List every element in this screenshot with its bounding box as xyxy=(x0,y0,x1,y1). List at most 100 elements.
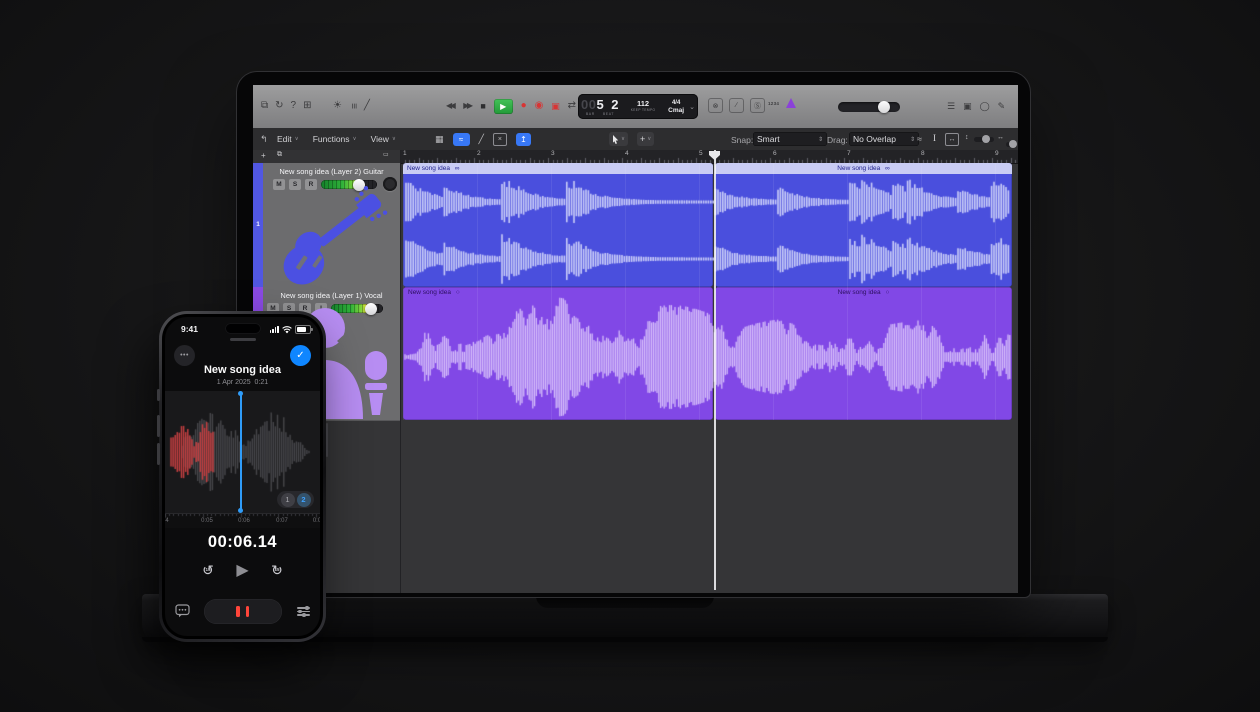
skip-forward-label: 15 xyxy=(268,567,286,573)
functions-menu[interactable]: Functions∨ xyxy=(313,134,357,144)
add-track-button[interactable]: + xyxy=(261,151,266,160)
chevron-down-icon: ∨ xyxy=(392,136,396,142)
track-name: New song idea (Layer 1) Vocal xyxy=(265,291,398,300)
loop-browser-icon[interactable]: ◯ xyxy=(980,98,990,114)
editors-icon[interactable]: ▣ xyxy=(963,98,972,114)
audio-region-guitar-1[interactable]: New song idea ∞ xyxy=(403,163,713,287)
audio-region-vocal-1[interactable] xyxy=(403,287,713,420)
audio-region-vocal-2[interactable] xyxy=(715,287,1012,420)
notepad-icon[interactable]: ✎ xyxy=(998,98,1006,114)
skip-forward-15-button[interactable]: ↻ 15 xyxy=(268,561,286,579)
vertical-zoom-slider[interactable] xyxy=(974,137,994,142)
timeline-label: 0:05 xyxy=(201,518,213,524)
rewind-button[interactable]: ◀◀ xyxy=(446,98,455,114)
header-config-icon[interactable]: ▭ xyxy=(383,151,389,158)
done-button[interactable]: ✓ xyxy=(290,345,311,366)
pencil-icon[interactable]: ╱ xyxy=(364,98,370,114)
count-in-icon[interactable]: 1234 xyxy=(768,101,779,106)
lcd-beat-label: BEAT xyxy=(603,112,614,116)
lcd-bar-value: 5 xyxy=(597,98,605,111)
phone-bezel: 9:41 ••• ✓ New song idea 1 Apr 2025 0:21 xyxy=(162,314,323,639)
timeline-ruler[interactable]: 4 0:05 0:06 0:07 0:0 xyxy=(165,513,320,528)
pointer-tool-button[interactable]: ∨ xyxy=(609,132,628,146)
horizontal-zoom-knob[interactable] xyxy=(1009,140,1017,148)
timeline-label: 0:0 xyxy=(313,518,320,524)
quick-help-icon[interactable]: ? xyxy=(291,98,297,114)
horizontal-zoom-slider[interactable] xyxy=(1006,142,1017,147)
chevron-down-icon: ∨ xyxy=(621,136,625,142)
transcript-bubble-icon[interactable] xyxy=(175,604,190,618)
sheet-drag-handle[interactable] xyxy=(230,338,256,341)
region-title-bar: New song idea ∞ xyxy=(403,163,713,174)
loop-glyph-icon: ○ xyxy=(456,289,460,296)
track-header-toolbar: + ⧉ ▭ xyxy=(253,150,400,164)
edit-menu[interactable]: Edit∨ xyxy=(277,134,299,144)
list-editors-icon[interactable]: ☰ xyxy=(947,98,955,114)
voice-memos-screen: 9:41 ••• ✓ New song idea 1 Apr 2025 0:21 xyxy=(165,317,320,636)
catch-playhead-button[interactable]: ↥ xyxy=(516,133,531,146)
duplicate-track-button[interactable]: ⧉ xyxy=(277,151,282,159)
layer-1-button[interactable]: 1 xyxy=(281,493,295,507)
phone-transport: ↺ 15 ▶ ↻ 15 xyxy=(165,561,320,585)
cursor-icon xyxy=(612,135,619,144)
low-latency-icon[interactable]: ⊗ xyxy=(708,98,723,113)
master-volume-knob[interactable] xyxy=(878,101,890,113)
loop-glyph-icon: ∞ xyxy=(885,165,890,172)
crossfade-tool-icon[interactable]: ≈ xyxy=(917,134,922,144)
capture-recording-icon[interactable]: ▣ xyxy=(551,98,560,114)
automation-icon[interactable]: ╱ xyxy=(479,134,484,145)
track-header-guitar[interactable]: 1 New song idea (Layer 2) Guitar M S R xyxy=(253,163,400,288)
skip-back-15-button[interactable]: ↺ 15 xyxy=(199,561,217,579)
audio-region-guitar-2[interactable]: New song idea ∞ xyxy=(715,163,1012,287)
snap-dropdown[interactable]: Smart ⇕ xyxy=(753,132,827,146)
solo-mode-icon[interactable]: Ⓢ xyxy=(750,98,765,113)
play-button[interactable]: ▶ xyxy=(494,99,513,114)
autopunch-icon[interactable]: ∕ xyxy=(729,98,744,113)
master-volume-slider[interactable] xyxy=(838,102,900,112)
header-arrange-divider xyxy=(400,150,401,593)
mixer-icon[interactable]: ≡ xyxy=(345,103,361,109)
playhead[interactable] xyxy=(714,150,716,590)
back-icon[interactable]: ↰ xyxy=(260,134,268,145)
drag-dropdown[interactable]: No Overlap ⇕ xyxy=(849,132,919,146)
stop-button[interactable]: ■ xyxy=(480,98,485,114)
drag-value: No Overlap xyxy=(853,134,896,144)
phone-playhead[interactable] xyxy=(240,393,242,511)
junction-icon[interactable]: ↔ xyxy=(945,133,959,146)
layer-switcher[interactable]: 1 2 xyxy=(277,491,314,508)
secondary-tool-button[interactable]: + ∨ xyxy=(637,132,654,146)
timeline-label: 0:07 xyxy=(276,518,288,524)
lcd-chevron-icon[interactable]: ⌄ xyxy=(689,103,695,111)
snap-value: Smart xyxy=(757,134,780,144)
recording-date-duration: 1 Apr 2025 0:21 xyxy=(165,379,320,386)
phone-play-button[interactable]: ▶ xyxy=(236,561,248,581)
inspector-icon[interactable]: ⊞ xyxy=(303,98,311,114)
lcd-key: Cmaj xyxy=(668,107,684,114)
tracks-area-menubar: ↰ Edit∨ Functions∨ View∨ ▦ ≈ ╱ × ↥ ∨ + ∨ xyxy=(253,128,1018,151)
record-enable-icon[interactable]: ◉ xyxy=(535,98,544,114)
vertical-zoom-knob[interactable] xyxy=(982,135,990,143)
grid-view-icon[interactable]: ▦ xyxy=(435,134,444,145)
forward-button[interactable]: ▶▶ xyxy=(463,98,472,114)
text-tool-icon[interactable]: I xyxy=(933,133,936,143)
lcd-display[interactable]: 0052 BAR BEAT 112 KEEP TEMPO 4/4 Cmaj ⌄ xyxy=(578,94,698,119)
pause-recording-button[interactable] xyxy=(204,599,282,624)
layer-2-button[interactable]: 2 xyxy=(297,493,311,507)
dynamic-island xyxy=(225,323,261,334)
lcd-tempo-mode: KEEP TEMPO xyxy=(631,109,656,113)
chevron-down-icon: ∨ xyxy=(353,136,357,142)
playback-options-icon[interactable] xyxy=(297,605,310,618)
metronome-icon[interactable] xyxy=(786,98,796,108)
status-bar-icons xyxy=(270,325,311,334)
cycle-icon[interactable]: ⇄ xyxy=(568,98,576,114)
more-options-button[interactable]: ••• xyxy=(174,345,195,366)
view-menu[interactable]: View∨ xyxy=(371,134,396,144)
flex-icon[interactable]: × xyxy=(493,133,507,146)
apple-loops-icon[interactable]: ↻ xyxy=(275,98,283,114)
elapsed-time-display: 00:06.14 xyxy=(165,533,320,552)
smart-controls-icon[interactable]: ☀ xyxy=(333,98,342,114)
region-view-button[interactable]: ≈ xyxy=(453,133,470,146)
lcd-time-signature: 4/4 xyxy=(672,100,680,106)
media-browser-icon[interactable]: ⧉ xyxy=(261,98,268,114)
record-button[interactable]: ● xyxy=(521,98,527,114)
